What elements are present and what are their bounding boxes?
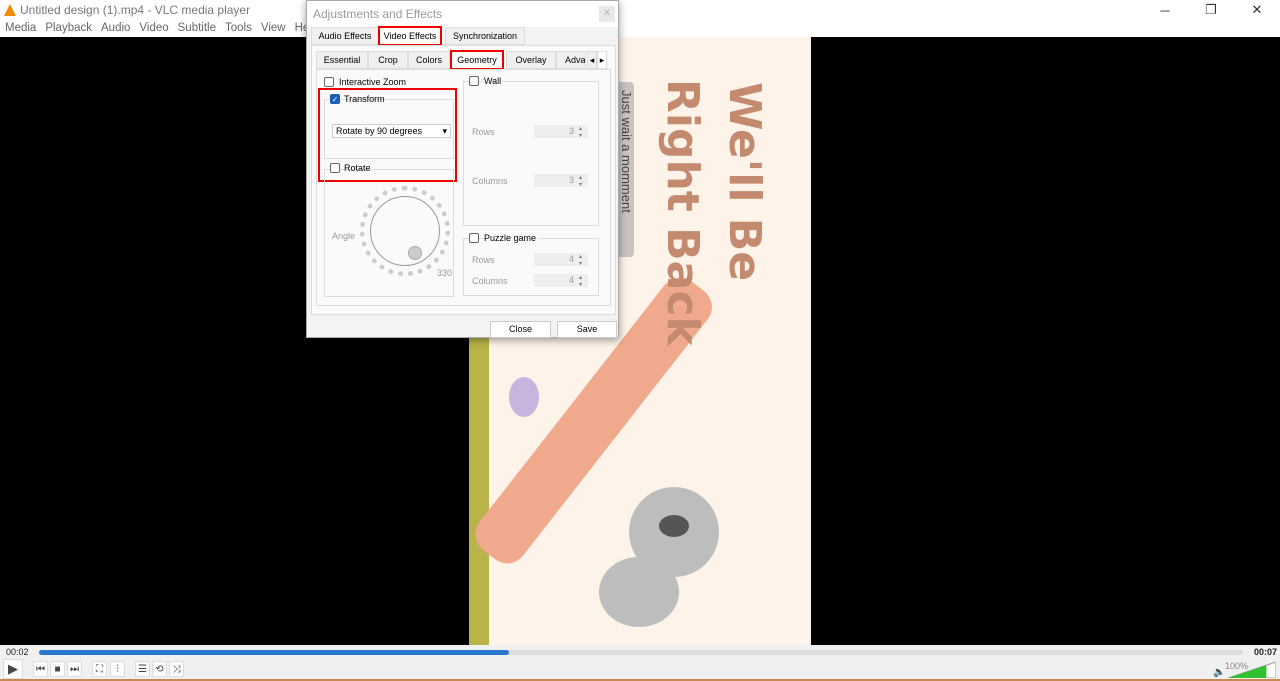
player-controls: 00:02 00:07 ▶ ⏮ ■ ⏭ ⛶ ⫶ ☰ ⟲ ⤨ 🔈 100%: [0, 645, 1280, 681]
wall-label: Wall: [484, 76, 504, 86]
rotate-label: Rotate: [344, 163, 371, 173]
puzzle-rows-spinbox[interactable]: 4: [534, 253, 588, 267]
interactive-zoom-label: Interactive Zoom: [339, 77, 407, 87]
minimize-button[interactable]: ─: [1142, 0, 1188, 20]
menu-tools[interactable]: Tools: [220, 20, 256, 37]
menu-media[interactable]: Media: [0, 20, 40, 37]
subtab-advanced[interactable]: Adva: [556, 51, 586, 69]
wall-columns-label: Columns: [472, 176, 508, 186]
grass-decoration: [469, 337, 489, 645]
puzzle-checkbox[interactable]: [469, 233, 479, 243]
close-button[interactable]: Close: [490, 321, 551, 338]
save-button[interactable]: Save: [557, 321, 617, 338]
stop-button[interactable]: ■: [50, 661, 65, 677]
speaker-icon[interactable]: 🔈: [1213, 667, 1225, 678]
subtab-overlay[interactable]: Overlay: [506, 51, 556, 69]
window-title: Untitled design (1).mp4 - VLC media play…: [20, 3, 251, 17]
wall-rows-label: Rows: [472, 127, 495, 137]
puzzle-columns-label: Columns: [472, 276, 508, 286]
transform-label: Transform: [344, 94, 385, 104]
rotate-checkbox[interactable]: [330, 163, 340, 173]
tab-video-effects[interactable]: Video Effects: [378, 26, 442, 46]
title-bar: Untitled design (1).mp4 - VLC media play…: [0, 0, 1280, 20]
transform-select[interactable]: Rotate by 90 degrees: [332, 124, 451, 138]
bird-illustration: [509, 377, 539, 417]
vlc-cone-icon: [4, 4, 16, 16]
tab-audio-effects[interactable]: Audio Effects: [311, 27, 379, 45]
dialog-title-bar: Adjustments and Effects ✕: [307, 1, 618, 27]
interactive-zoom-checkbox[interactable]: [324, 77, 334, 87]
puzzle-label: Puzzle game: [484, 233, 539, 243]
menu-view[interactable]: View: [256, 20, 290, 37]
next-button[interactable]: ⏭: [67, 661, 82, 677]
menu-playback[interactable]: Playback: [40, 20, 96, 37]
extended-settings-button[interactable]: ⫶: [110, 661, 125, 677]
wall-rows-spinbox[interactable]: 3: [534, 125, 588, 139]
wall-checkbox[interactable]: [469, 76, 479, 86]
koala-nose: [659, 515, 689, 537]
adjustments-dialog: Adjustments and Effects ✕ Audio Effects V…: [306, 0, 619, 338]
fullscreen-button[interactable]: ⛶: [92, 661, 107, 677]
menu-audio[interactable]: Audio: [96, 20, 134, 37]
subtab-essential[interactable]: Essential: [316, 51, 368, 69]
volume-slider[interactable]: [1228, 662, 1276, 678]
wall-columns-spinbox[interactable]: 3: [534, 174, 588, 188]
subtab-geometry[interactable]: Geometry: [450, 50, 504, 70]
video-text-line2: Right Back: [657, 79, 708, 346]
loop-button[interactable]: ⟲: [152, 661, 167, 677]
dialog-close-icon[interactable]: ✕: [599, 6, 615, 22]
previous-button[interactable]: ⏮: [33, 661, 48, 677]
tab-scroll-right-icon[interactable]: ▸: [597, 51, 607, 69]
seek-bar[interactable]: [39, 650, 1243, 655]
puzzle-rows-label: Rows: [472, 255, 495, 265]
tab-synchronization[interactable]: Synchronization: [445, 27, 525, 45]
seek-bar-fill: [39, 650, 509, 655]
playlist-button[interactable]: ☰: [135, 661, 150, 677]
subtab-crop[interactable]: Crop: [368, 51, 408, 69]
wall-group: [463, 81, 599, 226]
dialog-title: Adjustments and Effects: [313, 7, 443, 21]
angle-knob[interactable]: [408, 246, 422, 260]
video-text-line1: We'll Be: [719, 82, 770, 282]
puzzle-columns-spinbox[interactable]: 4: [534, 274, 588, 288]
close-window-button[interactable]: ✕: [1234, 0, 1280, 20]
menu-video[interactable]: Video: [134, 20, 172, 37]
subtab-colors[interactable]: Colors: [408, 51, 450, 69]
transform-checkbox[interactable]: ✓: [330, 94, 340, 104]
angle-value: 330: [437, 268, 453, 278]
total-time: 00:07: [1254, 647, 1278, 657]
angle-label: Angle: [332, 231, 356, 241]
shuffle-button[interactable]: ⤨: [169, 661, 184, 677]
elapsed-time: 00:02: [6, 647, 29, 657]
menu-bar: Media Playback Audio Video Subtitle Tool…: [0, 20, 1280, 37]
menu-subtitle[interactable]: Subtitle: [173, 20, 220, 37]
angle-dial[interactable]: [360, 186, 450, 276]
play-button[interactable]: ▶: [3, 659, 23, 679]
tab-scroll-left-icon[interactable]: ◂: [587, 51, 597, 69]
maximize-button[interactable]: ❐: [1188, 0, 1234, 20]
